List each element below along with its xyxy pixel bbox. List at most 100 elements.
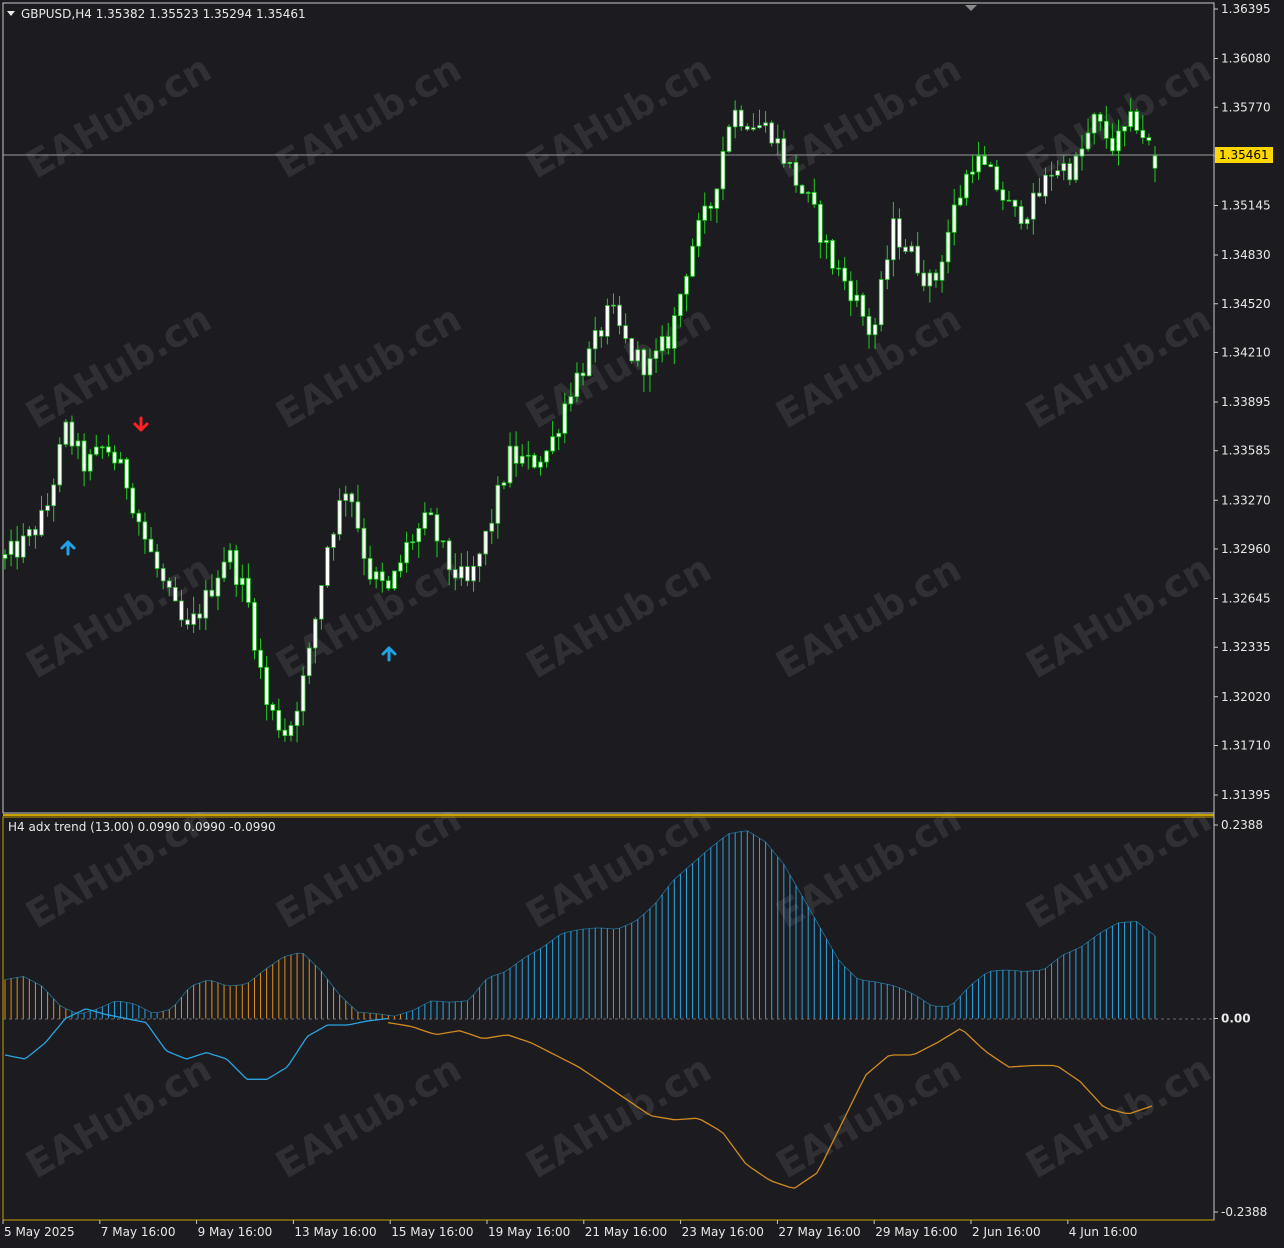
- bear-candle-body: [982, 155, 987, 165]
- bull-candle-body: [2, 554, 8, 559]
- bull-candle-body: [763, 122, 768, 126]
- price-tick-label: 1.32645: [1221, 592, 1271, 606]
- bull-candle-body: [392, 570, 397, 589]
- candle: [769, 120, 774, 147]
- bull-candle-body: [39, 510, 44, 536]
- bear-candle-body: [830, 240, 835, 269]
- bear-candle-body: [154, 551, 160, 569]
- time-tick-label: 2 Jun 16:00: [972, 1225, 1041, 1239]
- bull-candle-body: [1043, 174, 1048, 197]
- price-tick-label: 1.34830: [1221, 248, 1271, 262]
- price-tick-label: 1.31395: [1221, 788, 1271, 802]
- bull-candle-body: [726, 126, 732, 152]
- bull-candle-body: [751, 127, 756, 130]
- bear-candle-body: [769, 122, 774, 144]
- bear-candle-body: [276, 709, 282, 731]
- bull-candle-body: [927, 272, 933, 287]
- bear-candle-body: [1110, 137, 1115, 152]
- bear-candle-body: [818, 203, 823, 243]
- bear-candle-body: [988, 164, 994, 168]
- bull-candle-body: [805, 192, 811, 194]
- bear-candle-body: [842, 267, 847, 282]
- bull-candle-body: [678, 293, 683, 317]
- bear-candle-body: [197, 613, 202, 619]
- bear-candle-body: [897, 218, 902, 248]
- bull-candle-body: [100, 446, 105, 449]
- bear-candle-body: [452, 569, 458, 579]
- bull-candle-body: [562, 403, 568, 434]
- price-tick-label: 1.32335: [1221, 640, 1271, 654]
- bear-candle-body: [446, 540, 452, 571]
- bull-candle-body: [1061, 163, 1067, 172]
- bull-candle-body: [945, 231, 951, 263]
- price-tick-label: 1.34520: [1221, 297, 1271, 311]
- price-tick-label: 1.33895: [1221, 395, 1271, 409]
- bull-candle-body: [1091, 113, 1097, 134]
- time-tick-label: 23 May 16:00: [682, 1225, 764, 1239]
- bull-candle-body: [1024, 218, 1030, 225]
- bear-candle-body: [781, 138, 787, 164]
- bull-candle-body: [884, 259, 890, 280]
- candle: [799, 184, 805, 195]
- bear-candle-body: [355, 501, 361, 529]
- bull-candle-body: [958, 197, 963, 206]
- bear-candle-body: [994, 166, 1000, 191]
- bull-candle-body: [191, 613, 196, 625]
- bull-candle-body: [1122, 126, 1127, 132]
- bull-candle-body: [878, 279, 884, 326]
- price-tick-label: 1.32020: [1221, 690, 1271, 704]
- time-tick-label: 27 May 16:00: [778, 1225, 860, 1239]
- bear-candle-body: [252, 601, 257, 651]
- candle: [57, 437, 63, 493]
- bull-candle-body: [118, 458, 123, 464]
- bull-candle-body: [1085, 132, 1091, 150]
- bull-candle-body: [714, 188, 720, 209]
- bull-candle-body: [592, 330, 598, 350]
- candle: [1073, 152, 1079, 183]
- candle: [1134, 108, 1140, 134]
- bull-candle-body: [653, 350, 659, 359]
- bear-candle-body: [106, 446, 111, 453]
- bear-candle-body: [860, 294, 866, 317]
- time-tick-label: 5 May 2025: [4, 1225, 75, 1239]
- chart-window[interactable]: EAHub.cn EAHub.cn EAHub.cn EAHub.cn EAHub.cn…: [0, 0, 1284, 1248]
- bear-candle-body: [173, 587, 178, 602]
- bear-candle-body: [434, 514, 440, 542]
- bull-candle-body: [306, 647, 312, 677]
- bull-candle-body: [75, 440, 81, 447]
- bear-candle-body: [629, 338, 635, 362]
- indicator-tick-label: 0.00: [1221, 1012, 1251, 1026]
- bull-candle-body: [519, 455, 525, 464]
- candle: [130, 483, 136, 519]
- bear-candle-body: [209, 589, 215, 597]
- bull-candle-body: [824, 240, 829, 243]
- bear-candle-body: [580, 372, 586, 377]
- bear-candle-body: [915, 245, 920, 274]
- bull-candle-body: [288, 725, 294, 736]
- bear-candle-body: [745, 125, 750, 130]
- bull-candle-body: [720, 151, 726, 190]
- bear-candle-body: [933, 272, 939, 281]
- bull-candle-body: [373, 571, 379, 580]
- indicator-tick-label: -0.2388: [1221, 1205, 1267, 1219]
- time-tick-label: 15 May 16:00: [391, 1225, 473, 1239]
- bear-candle-body: [793, 161, 799, 186]
- bull-candle-body: [690, 245, 695, 277]
- bull-candle-body: [404, 542, 409, 564]
- bear-candle-body: [379, 571, 385, 582]
- bear-candle-body: [367, 558, 373, 580]
- bull-candle-body: [568, 396, 574, 405]
- price-tick-label: 1.32960: [1221, 542, 1271, 556]
- candle: [629, 337, 635, 364]
- bear-candle-body: [513, 445, 519, 464]
- symbol-header-text: GBPUSD,H4 1.35382 1.35523 1.35294 1.3546…: [21, 7, 306, 21]
- bear-candle-body: [124, 458, 129, 489]
- price-tick-label: 1.34210: [1221, 345, 1271, 359]
- bear-candle-body: [33, 529, 38, 536]
- bear-candle-body: [1049, 174, 1054, 177]
- bull-candle-body: [51, 484, 56, 507]
- bear-candle-body: [599, 330, 604, 337]
- bull-candle-body: [240, 577, 245, 586]
- time-tick-label: 7 May 16:00: [101, 1225, 176, 1239]
- bear-candle-body: [386, 580, 391, 589]
